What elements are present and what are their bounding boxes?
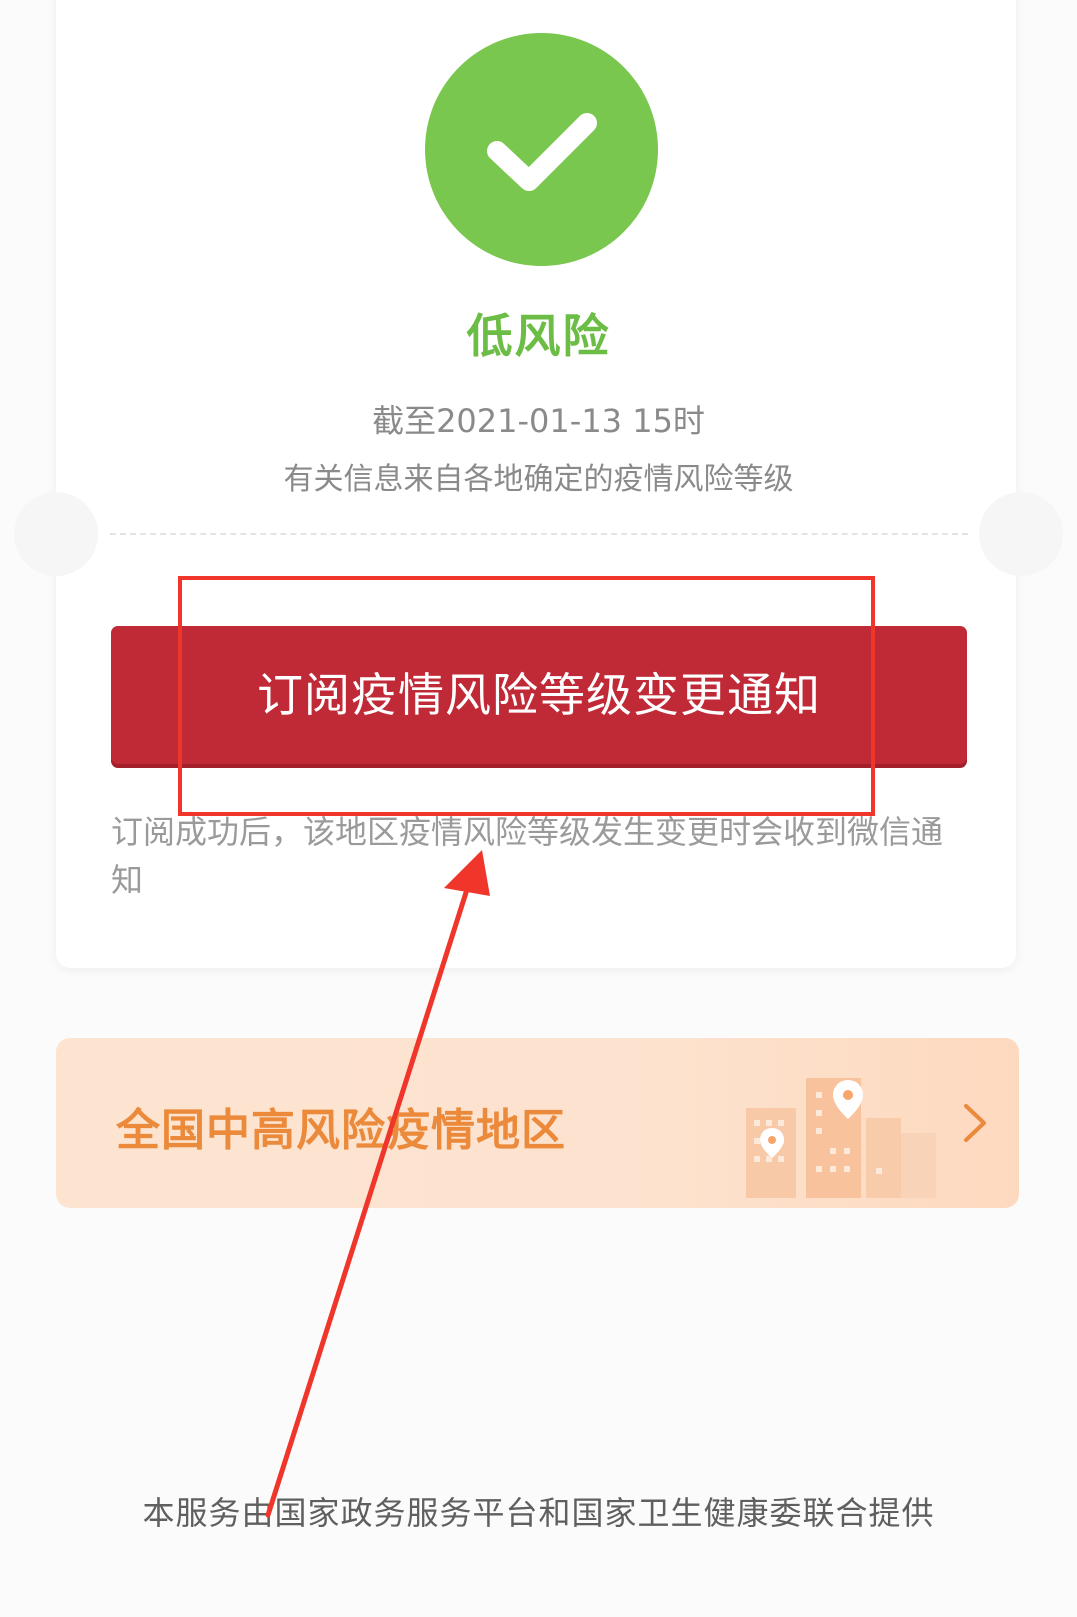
regions-banner-label: 全国中高风险疫情地区 <box>116 1105 566 1156</box>
risk-level-label: 低风险 <box>466 309 611 363</box>
subscribe-note: 订阅成功后，该地区疫情风险等级发生变更时会收到微信通知 <box>111 813 944 899</box>
chevron-right-icon <box>964 1104 986 1142</box>
card-notch-left <box>14 492 98 576</box>
card-notch-right <box>979 492 1063 576</box>
dashed-divider <box>110 533 968 535</box>
buildings-icon <box>746 1078 936 1198</box>
status-check-badge <box>425 33 658 266</box>
as-of-timestamp: 截至2021-01-13 15时 <box>372 402 705 440</box>
source-note: 有关信息来自各地确定的疫情风险等级 <box>283 462 794 497</box>
subscribe-risk-notification-button[interactable]: 订阅疫情风险等级变更通知 <box>111 626 967 764</box>
high-risk-regions-banner[interactable]: 全国中高风险疫情地区 <box>56 1038 1019 1208</box>
check-icon <box>487 113 597 191</box>
footer-provider-note: 本服务由国家政务服务平台和国家卫生健康委联合提供 <box>142 1494 935 1532</box>
